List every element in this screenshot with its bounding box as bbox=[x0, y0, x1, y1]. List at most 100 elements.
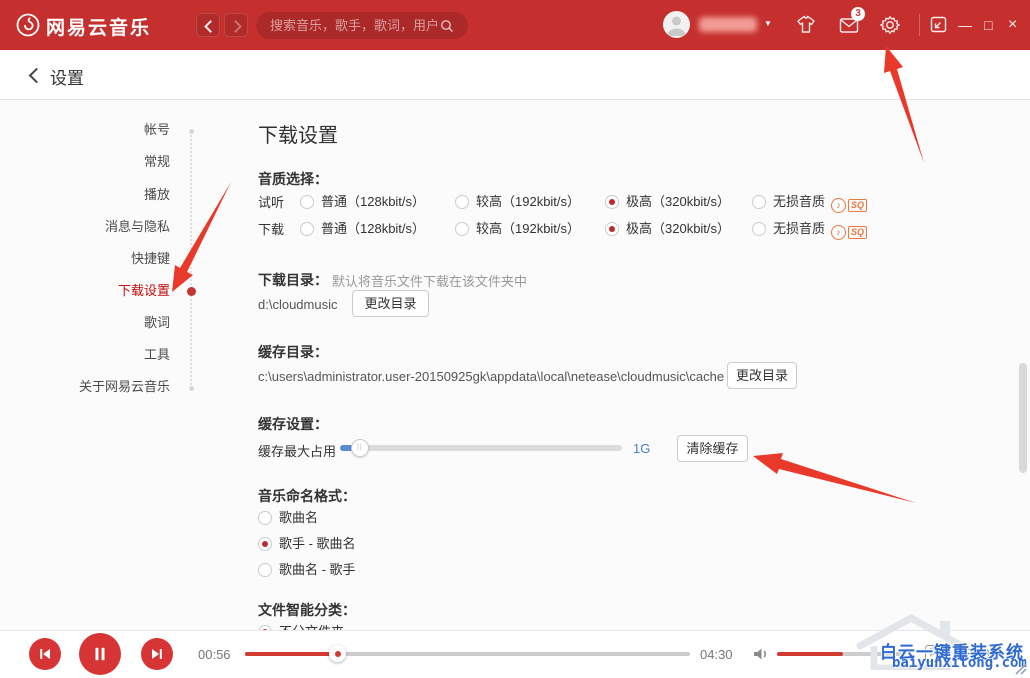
radio-naming-artist-song[interactable]: 歌手 - 歌曲名 bbox=[258, 533, 356, 552]
cache-setting-label: 缓存设置： bbox=[258, 414, 328, 434]
radio-download-extreme[interactable]: 极高（320kbit/s） bbox=[605, 218, 730, 237]
progress-bar[interactable] bbox=[245, 652, 690, 656]
sidebar-rail bbox=[190, 131, 192, 389]
download-dir-path: d:\cloudmusic bbox=[258, 297, 337, 312]
maximize-button[interactable]: □ bbox=[984, 16, 992, 34]
title-bar: 网易云音乐 ▼ 3 bbox=[0, 0, 1030, 50]
change-download-dir-button[interactable]: 更改目录 bbox=[352, 290, 429, 317]
radio-icon-selected bbox=[605, 195, 619, 209]
cache-slider-track[interactable] bbox=[340, 445, 622, 451]
radio-label: 较高（192kbit/s） bbox=[476, 194, 580, 209]
radio-download-higher[interactable]: 较高（192kbit/s） bbox=[455, 218, 580, 237]
radio-download-normal[interactable]: 普通（128kbit/s） bbox=[300, 218, 425, 237]
previous-track-button[interactable] bbox=[29, 638, 61, 670]
next-track-button[interactable] bbox=[141, 638, 173, 670]
gear-icon[interactable] bbox=[879, 14, 901, 36]
sidebar-item-download-settings[interactable]: 下载设置 bbox=[10, 281, 170, 301]
radio-listen-extreme[interactable]: 极高（320kbit/s） bbox=[605, 191, 730, 210]
username-blurred[interactable] bbox=[699, 17, 757, 32]
sq-quality-icon: SQ bbox=[848, 226, 867, 239]
search-input[interactable] bbox=[256, 12, 468, 39]
volume-bar[interactable] bbox=[777, 652, 905, 656]
arrow-to-download-settings bbox=[172, 182, 231, 292]
selected-indicator-dot bbox=[187, 287, 196, 296]
radio-label: 普通（128kbit/s） bbox=[321, 221, 425, 236]
section-title: 下载设置 bbox=[258, 119, 338, 148]
person-icon bbox=[663, 11, 690, 38]
chevron-down-icon[interactable]: ▼ bbox=[764, 19, 772, 28]
radio-label: 极高（320kbit/s） bbox=[626, 221, 730, 236]
radio-label: 较高（192kbit/s） bbox=[476, 221, 580, 236]
sidebar-item-hotkeys[interactable]: 快捷键 bbox=[10, 249, 170, 269]
cache-size-value: 1G bbox=[633, 441, 650, 456]
next-icon bbox=[149, 646, 165, 662]
quality-row-download-label: 下载 bbox=[258, 219, 284, 238]
search-icon[interactable] bbox=[440, 19, 454, 33]
sidebar-item-general[interactable]: 常规 bbox=[10, 152, 170, 172]
sidebar-item-privacy[interactable]: 消息与隐私 bbox=[10, 217, 170, 237]
change-cache-dir-button[interactable]: 更改目录 bbox=[727, 362, 797, 389]
total-time: 04:30 bbox=[700, 647, 733, 662]
previous-icon bbox=[37, 646, 53, 662]
radio-label: 歌曲名 - 歌手 bbox=[279, 562, 356, 577]
app-logo-icon bbox=[16, 13, 40, 37]
nav-forward-button[interactable] bbox=[224, 13, 248, 37]
radio-icon bbox=[300, 222, 314, 236]
theme-skin-icon[interactable] bbox=[795, 14, 817, 36]
radio-icon bbox=[258, 511, 272, 525]
radio-icon bbox=[300, 195, 314, 209]
sidebar-item-account[interactable]: 帐号 bbox=[10, 120, 170, 140]
lyrics-toggle-icon[interactable]: 词 bbox=[925, 645, 942, 662]
netease-music-window: 网易云音乐 ▼ 3 bbox=[0, 0, 1030, 678]
radio-icon-selected bbox=[605, 222, 619, 236]
minimize-button[interactable]: — bbox=[958, 16, 972, 34]
user-avatar[interactable] bbox=[663, 11, 690, 38]
naming-format-label: 音乐命名格式： bbox=[258, 486, 356, 506]
chevron-right-icon bbox=[229, 20, 242, 33]
cache-dir-label: 缓存目录： bbox=[258, 342, 328, 362]
volume-icon[interactable] bbox=[752, 645, 770, 663]
clear-cache-button[interactable]: 清除缓存 bbox=[677, 435, 748, 462]
radio-label: 无损音质 bbox=[773, 221, 825, 236]
quality-label: 音质选择： bbox=[258, 169, 328, 189]
radio-listen-normal[interactable]: 普通（128kbit/s） bbox=[300, 191, 425, 210]
radio-listen-lossless[interactable]: 无损音质♪SQ bbox=[752, 191, 867, 213]
sidebar-item-lyrics[interactable]: 歌词 bbox=[10, 313, 170, 333]
sidebar-item-play[interactable]: 播放 bbox=[10, 185, 170, 205]
rail-bottom-dot bbox=[189, 386, 194, 391]
radio-icon bbox=[258, 563, 272, 577]
back-icon[interactable] bbox=[29, 68, 45, 84]
playlist-icon[interactable] bbox=[955, 645, 973, 662]
radio-listen-higher[interactable]: 较高（192kbit/s） bbox=[455, 191, 580, 210]
sidebar-item-tools[interactable]: 工具 bbox=[10, 345, 170, 365]
rail-top-dot bbox=[189, 129, 194, 134]
progress-handle[interactable] bbox=[329, 645, 346, 662]
page-title: 设置 bbox=[50, 64, 84, 89]
sidebar-item-about[interactable]: 关于网易云音乐 bbox=[10, 377, 170, 397]
radio-naming-song-artist[interactable]: 歌曲名 - 歌手 bbox=[258, 559, 356, 578]
radio-label: 普通（128kbit/s） bbox=[321, 194, 425, 209]
radio-label: 无损音质 bbox=[773, 194, 825, 209]
radio-download-lossless[interactable]: 无损音质♪SQ bbox=[752, 218, 867, 240]
progress-fill bbox=[245, 652, 337, 656]
quality-row-listen-label: 试听 bbox=[258, 192, 284, 211]
pause-icon bbox=[91, 645, 109, 663]
close-button[interactable]: × bbox=[1008, 16, 1017, 34]
cache-dir-path: c:\users\administrator.user-20150925gk\a… bbox=[258, 369, 724, 384]
cache-slider-handle[interactable]: || bbox=[351, 439, 369, 457]
scrollbar-thumb[interactable] bbox=[1019, 363, 1027, 473]
pause-button[interactable] bbox=[79, 633, 121, 675]
radio-icon-selected bbox=[258, 537, 272, 551]
classify-label: 文件智能分类： bbox=[258, 600, 356, 620]
cache-max-label: 缓存最大占用 bbox=[258, 441, 336, 460]
radio-naming-song[interactable]: 歌曲名 bbox=[258, 507, 318, 526]
header-divider bbox=[919, 14, 920, 36]
radio-icon bbox=[455, 222, 469, 236]
mail-badge: 3 bbox=[851, 7, 865, 21]
nav-back-button[interactable] bbox=[196, 13, 220, 37]
chevron-left-icon bbox=[204, 20, 217, 33]
arrow-to-clear-cache bbox=[753, 453, 916, 503]
mini-mode-icon[interactable] bbox=[930, 16, 947, 33]
download-dir-hint: 默认将音乐文件下载在该文件夹中 bbox=[332, 271, 527, 290]
sq-quality-icon: SQ bbox=[848, 199, 867, 212]
